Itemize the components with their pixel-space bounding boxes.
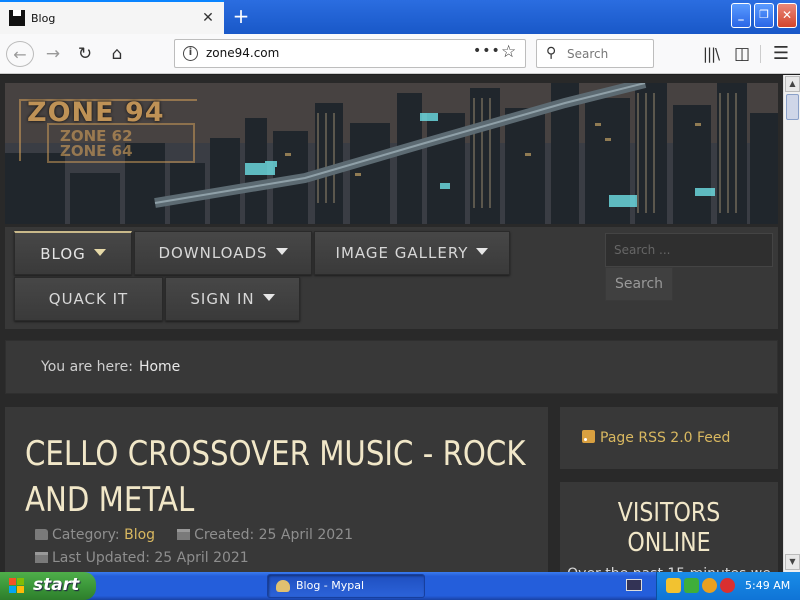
menu-item-sign-in[interactable]: SIGN IN bbox=[165, 277, 300, 321]
article-title[interactable]: CELLO CROSSOVER MUSIC - ROCK AND METAL bbox=[25, 431, 532, 523]
mypal-app-icon bbox=[276, 580, 290, 592]
calendar-icon bbox=[177, 529, 191, 540]
visitors-title: VISITORS ONLINE bbox=[617, 498, 721, 558]
scroll-thumb[interactable] bbox=[786, 94, 799, 120]
site-search-input[interactable] bbox=[605, 233, 773, 267]
menu-item-downloads[interactable]: DOWNLOADS bbox=[134, 231, 312, 275]
windows-logo-icon bbox=[9, 578, 26, 594]
chevron-down-icon bbox=[476, 248, 489, 255]
home-icon[interactable]: ⌂ bbox=[104, 41, 130, 67]
sidebar-icon[interactable]: ◫ bbox=[729, 41, 755, 67]
minimize-button[interactable]: _ bbox=[731, 3, 751, 28]
category-label: Category: bbox=[52, 527, 120, 543]
library-icon[interactable]: |||\ bbox=[698, 41, 724, 67]
menu-item-blog[interactable]: BLOG bbox=[14, 231, 132, 275]
browser-search-input[interactable] bbox=[567, 44, 647, 64]
toolbar-separator bbox=[760, 45, 761, 63]
scroll-up-icon[interactable]: ▲ bbox=[785, 76, 800, 92]
article: CELLO CROSSOVER MUSIC - ROCK AND METAL C… bbox=[5, 407, 548, 572]
breadcrumb-label: You are here: bbox=[41, 359, 133, 375]
breadcrumb-home[interactable]: Home bbox=[139, 359, 180, 375]
article-meta-line-2: Last Updated: 25 April 2021 bbox=[35, 550, 249, 566]
security-shield-icon[interactable] bbox=[666, 578, 681, 593]
browser-tab-bar: Blog ✕ + _ ❐ ✕ bbox=[0, 0, 800, 34]
folder-icon bbox=[35, 529, 48, 540]
menu-label-quack: QUACK IT bbox=[48, 290, 129, 308]
active-tab[interactable]: Blog ✕ bbox=[0, 0, 224, 34]
header-banner-image: ZONE 94 ZONE 62 ZONE 64 bbox=[5, 83, 778, 224]
calendar-icon bbox=[35, 552, 48, 563]
visitors-text: Over the past 15 minutes we had: bbox=[560, 564, 778, 572]
chevron-down-icon bbox=[93, 249, 106, 256]
hamburger-menu-icon[interactable]: ☰ bbox=[768, 41, 794, 67]
site-search-button[interactable]: Search bbox=[605, 267, 673, 301]
rss-feed-box: Page RSS 2.0 Feed bbox=[560, 407, 778, 469]
back-icon[interactable]: ← bbox=[6, 41, 34, 67]
chevron-down-icon bbox=[275, 248, 288, 255]
updated-date: Last Updated: 25 April 2021 bbox=[52, 550, 249, 566]
info-icon[interactable]: i bbox=[183, 46, 198, 61]
site-logo[interactable]: ZONE 94 bbox=[27, 97, 165, 128]
menu-item-image-gallery[interactable]: IMAGE GALLERY bbox=[314, 231, 510, 275]
start-label: start bbox=[33, 575, 80, 595]
new-tab-button[interactable]: + bbox=[230, 4, 252, 28]
taskbar-window-label: Blog - Mypal bbox=[296, 579, 365, 592]
taskbar-window-button[interactable]: Blog - Mypal bbox=[267, 574, 425, 598]
reload-icon[interactable]: ↻ bbox=[72, 41, 98, 67]
alert-icon[interactable] bbox=[720, 578, 735, 593]
system-tray: 5:49 AM bbox=[656, 572, 800, 600]
system-clock: 5:49 AM bbox=[745, 579, 791, 592]
close-window-button[interactable]: ✕ bbox=[777, 3, 797, 28]
search-tray-icon[interactable] bbox=[702, 578, 717, 593]
browser-toolbar: ← → ↻ ⌂ i zone94.com ••• ☆ ⚲ |||\ ◫ ☰ bbox=[0, 34, 800, 74]
category-link[interactable]: Blog bbox=[124, 527, 155, 543]
tab-title: Blog bbox=[31, 11, 56, 25]
article-meta-line-1: Category: Blog Created: 25 April 2021 bbox=[35, 527, 353, 543]
logo-sub-line-2: ZONE 64 bbox=[60, 142, 133, 160]
site-navigation: BLOG DOWNLOADS IMAGE GALLERY QUACK IT SI… bbox=[5, 227, 778, 329]
breadcrumb: You are here: Home bbox=[5, 340, 778, 394]
visitors-online-box: VISITORS ONLINE Over the past 15 minutes… bbox=[560, 482, 778, 572]
menu-label-downloads: DOWNLOADS bbox=[158, 244, 268, 262]
tab-close-icon[interactable]: ✕ bbox=[198, 10, 218, 26]
maximize-button[interactable]: ❐ bbox=[754, 3, 774, 28]
network-icon[interactable] bbox=[684, 578, 699, 593]
start-button[interactable]: start bbox=[0, 572, 96, 600]
url-text[interactable]: zone94.com bbox=[206, 46, 279, 60]
rss-link[interactable]: Page RSS 2.0 Feed bbox=[600, 430, 730, 446]
menu-label-gallery: IMAGE GALLERY bbox=[335, 244, 469, 262]
keyboard-icon[interactable] bbox=[626, 579, 642, 591]
page-scrollbar[interactable]: ▲ ▼ bbox=[783, 75, 800, 572]
chevron-down-icon bbox=[262, 294, 275, 301]
web-page: ZONE 94 ZONE 62 ZONE 64 BLOG DOWNLOADS I… bbox=[0, 75, 783, 572]
rss-icon bbox=[582, 430, 595, 443]
created-date: Created: 25 April 2021 bbox=[194, 527, 353, 543]
menu-label-blog: BLOG bbox=[40, 245, 86, 263]
scroll-down-icon[interactable]: ▼ bbox=[785, 554, 800, 570]
site-favicon-icon bbox=[9, 10, 25, 26]
bookmark-star-icon[interactable]: ☆ bbox=[501, 42, 516, 62]
more-icon[interactable]: ••• bbox=[473, 43, 501, 59]
windows-taskbar: start Blog - Mypal 5:49 AM bbox=[0, 572, 800, 600]
url-bar[interactable]: i zone94.com ••• ☆ bbox=[174, 39, 526, 68]
browser-search-box[interactable]: ⚲ bbox=[536, 39, 654, 68]
menu-item-quack-it[interactable]: QUACK IT bbox=[14, 277, 163, 321]
forward-icon[interactable]: → bbox=[40, 41, 66, 67]
search-icon: ⚲ bbox=[546, 45, 557, 61]
menu-label-signin: SIGN IN bbox=[190, 290, 255, 308]
site-logo-sub: ZONE 62 ZONE 64 bbox=[60, 129, 133, 159]
